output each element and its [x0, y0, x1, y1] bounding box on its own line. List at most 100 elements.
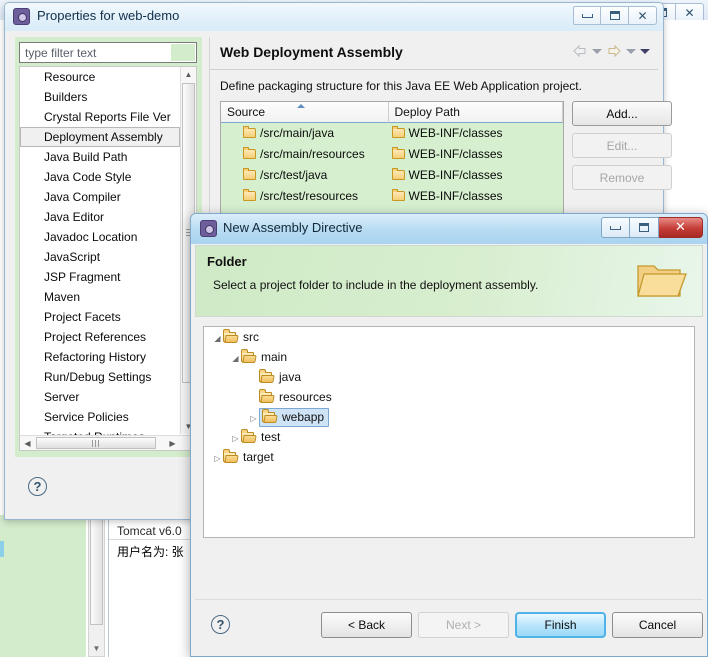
sidebar-item-java-editor[interactable]: Java Editor [20, 207, 180, 227]
sidebar-item-resource[interactable]: Resource [20, 67, 180, 87]
cancel-button[interactable]: Cancel [612, 612, 703, 638]
sidebar-item-javascript[interactable]: JavaScript [20, 247, 180, 267]
table-header-row: Source Deploy Path [221, 102, 563, 123]
properties-maximize-button[interactable] [601, 6, 629, 25]
tree-node-label: resources [279, 390, 332, 404]
finish-button[interactable]: Finish [515, 612, 606, 638]
tree-node-webapp[interactable]: ▷ webapp [204, 407, 694, 427]
sidebar-item-jsp-fragment[interactable]: JSP Fragment [20, 267, 180, 287]
cell-deploy-path: WEB-INF/classes [389, 123, 563, 144]
eclipse-icon [13, 8, 30, 25]
folder-icon [391, 126, 405, 138]
dialog-close-button[interactable]: ✕ [659, 217, 703, 238]
table-row[interactable]: /src/test/resources WEB-INF/classes [221, 186, 563, 207]
sidebar-item-java-build-path[interactable]: Java Build Path [20, 147, 180, 167]
dialog-button-bar: ? < Back Next > Finish Cancel [195, 599, 703, 654]
scroll-left-icon[interactable]: ◀ [20, 436, 35, 450]
cell-source-text: /src/main/java [260, 126, 335, 140]
sidebar-item-refactoring-history[interactable]: Refactoring History [20, 347, 180, 367]
collapsed-twisty-icon[interactable]: ▷ [230, 429, 241, 449]
properties-title-bar[interactable]: Properties for web-demo ✕ [5, 3, 663, 31]
cell-deploy-path-text: WEB-INF/classes [408, 168, 503, 182]
tree-node-target[interactable]: ▷ target [204, 447, 694, 467]
table-row[interactable]: /src/main/java WEB-INF/classes [221, 123, 563, 144]
tree-node-main[interactable]: ◢ main [204, 347, 694, 367]
properties-close-button[interactable]: ✕ [629, 6, 657, 25]
tree-node-resources[interactable]: resources [204, 387, 694, 407]
sidebar-item-run-debug-settings[interactable]: Run/Debug Settings [20, 367, 180, 387]
back-arrow-icon[interactable] [572, 43, 588, 59]
properties-category-tree[interactable]: Resource Builders Crystal Reports File V… [19, 66, 197, 451]
sidebar-item-project-references[interactable]: Project References [20, 327, 180, 347]
forward-history-chevron-down-icon[interactable] [626, 48, 636, 54]
cell-deploy-path-text: WEB-INF/classes [408, 126, 503, 140]
dialog-minimize-button[interactable] [601, 217, 630, 238]
cell-source: /src/main/java [221, 123, 389, 144]
sidebar-item-maven[interactable]: Maven [20, 287, 180, 307]
sidebar-item-server[interactable]: Server [20, 387, 180, 407]
column-header-source[interactable]: Source [221, 102, 389, 123]
eclipse-icon [200, 220, 217, 237]
back-history-chevron-down-icon[interactable] [592, 48, 602, 54]
sidebar-item-deployment-assembly[interactable]: Deployment Assembly [20, 127, 180, 147]
ide-left-vertical-scrollbar[interactable]: ▼ [88, 515, 105, 657]
close-icon: ✕ [675, 220, 686, 235]
cell-source-text: /src/main/resources [260, 147, 365, 161]
collapsed-twisty-icon[interactable]: ▷ [248, 409, 259, 429]
scroll-up-icon[interactable]: ▲ [181, 67, 196, 82]
sidebar-item-crystal-reports[interactable]: Crystal Reports File Ver [20, 107, 180, 127]
sidebar-item-java-compiler[interactable]: Java Compiler [20, 187, 180, 207]
folder-icon [391, 168, 405, 180]
folder-icon [262, 409, 278, 423]
remove-button: Remove [572, 165, 672, 190]
scroll-right-icon[interactable]: ▶ [165, 436, 180, 450]
assembly-table-buttons: Add... Edit... Remove [572, 101, 672, 197]
tree-node-java[interactable]: java [204, 367, 694, 387]
dialog-help-button[interactable]: ? [211, 615, 230, 634]
forward-arrow-icon[interactable] [606, 43, 622, 59]
table-row[interactable]: /src/test/java WEB-INF/classes [221, 165, 563, 186]
sidebar-item-javadoc-location[interactable]: Javadoc Location [20, 227, 180, 247]
tree-node-test[interactable]: ▷ test [204, 427, 694, 447]
dialog-title-bar[interactable]: New Assembly Directive ✕ [191, 214, 707, 244]
tree-node-label: test [261, 430, 281, 444]
project-folder-tree[interactable]: ◢ src ◢ main java resources ▷ webapp ▷ test … [203, 326, 695, 538]
new-assembly-directive-dialog: New Assembly Directive ✕ Folder Select a… [190, 213, 708, 657]
console-tab-label[interactable]: Tomcat v6.0 [117, 524, 182, 538]
scrollbar-thumb-h[interactable] [36, 437, 156, 449]
close-icon: ✕ [637, 8, 648, 23]
sidebar-item-builders[interactable]: Builders [20, 87, 180, 107]
minimize-icon [581, 13, 593, 18]
folder-icon [243, 147, 256, 159]
cell-source: /src/test/java [221, 165, 389, 186]
cell-deploy-path-text: WEB-INF/classes [408, 189, 503, 203]
properties-minimize-button[interactable] [573, 6, 601, 25]
tree-node-src[interactable]: ◢ src [204, 327, 694, 347]
sidebar-item-project-facets[interactable]: Project Facets [20, 307, 180, 327]
dialog-title: New Assembly Directive [223, 220, 363, 235]
tree-node-label: webapp [282, 410, 325, 424]
back-button[interactable]: < Back [321, 612, 412, 638]
filter-input-wrapper[interactable]: type filter text [19, 42, 197, 63]
sidebar-item-java-code-style[interactable]: Java Code Style [20, 167, 180, 187]
console-output-line: 用户名为: 张 [117, 545, 184, 559]
expanded-twisty-icon[interactable]: ◢ [230, 349, 241, 369]
filter-clear-area[interactable] [171, 44, 195, 61]
collapsed-twisty-icon[interactable]: ▷ [212, 449, 223, 469]
sidebar-horizontal-scrollbar[interactable]: ◀ ▶ [20, 435, 196, 450]
column-header-deploy-path[interactable]: Deploy Path [388, 102, 563, 123]
edit-button: Edit... [572, 133, 672, 158]
sidebar-item-service-policies[interactable]: Service Policies [20, 407, 180, 427]
page-header: Web Deployment Assembly [210, 37, 658, 70]
help-icon: ? [211, 615, 230, 634]
cell-source-text: /src/test/java [260, 168, 328, 182]
scroll-down-icon[interactable]: ▼ [89, 640, 104, 656]
add-button[interactable]: Add... [572, 101, 672, 126]
properties-help-button[interactable]: ? [28, 477, 48, 497]
view-menu-chevron-down-icon[interactable] [640, 48, 650, 54]
folder-icon [391, 189, 405, 201]
dialog-maximize-button[interactable] [630, 217, 659, 238]
table-row[interactable]: /src/main/resources WEB-INF/classes [221, 144, 563, 165]
expanded-twisty-icon[interactable]: ◢ [212, 329, 223, 349]
scrollbar-thumb[interactable] [90, 517, 103, 625]
